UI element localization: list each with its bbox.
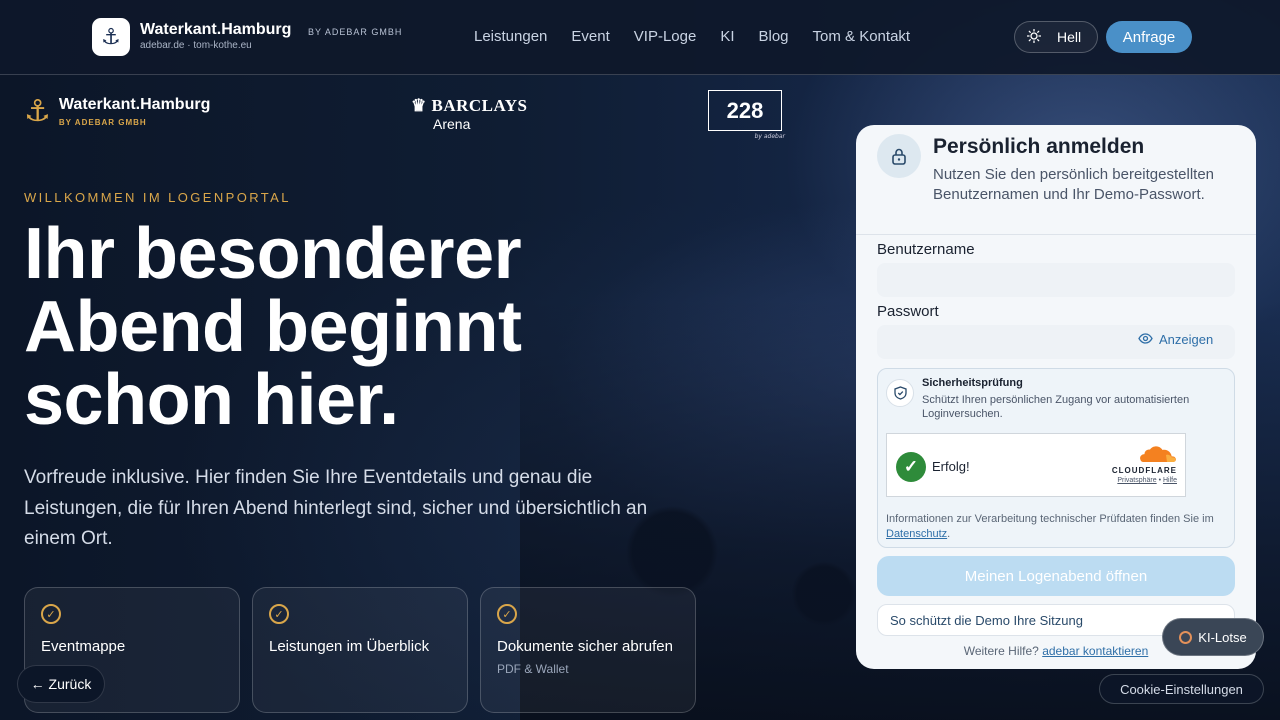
brand-name[interactable]: Waterkant.Hamburg [140, 21, 291, 39]
brand-by: BY ADEBAR GMBH [308, 27, 403, 37]
turnstile-widget[interactable]: ✓ Erfolg! CLOUDFLARE Privatsphäre • Hilf… [886, 433, 1186, 497]
nav-item-event[interactable]: Event [571, 28, 609, 45]
success-check-icon: ✓ [896, 452, 926, 482]
ki-lotse-button[interactable]: KI-Lotse [1162, 618, 1264, 656]
captcha-status: Erfolg! [932, 459, 970, 474]
ki-lotse-label: KI-Lotse [1198, 629, 1247, 645]
barclays-arena-logo: ♛ BARCLAYS Arena [411, 96, 527, 132]
check-circle-icon: ✓ [497, 604, 517, 624]
username-input[interactable] [877, 263, 1235, 297]
privacy-note-end: . [947, 528, 951, 540]
cloudflare-privacy-link[interactable]: Privatsphäre [1117, 477, 1156, 484]
hero-description: Vorfreude inklusive. Hier finden Sie Ihr… [24, 467, 648, 549]
login-card-header: Persönlich anmelden Nutzen Sie den persö… [856, 125, 1256, 235]
privacy-note-text: Informationen zur Verarbeitung technisch… [886, 513, 1214, 525]
nav-item-vip-loge[interactable]: VIP-Loge [634, 28, 697, 45]
login-title: Persönlich anmelden [933, 135, 1145, 158]
lifebuoy-icon [1179, 630, 1193, 644]
eagle-icon: ♛ [411, 96, 432, 115]
show-password-label: Anzeigen [1159, 332, 1214, 347]
security-check-box: Sicherheitsprüfung Schützt Ihren persönl… [877, 368, 1235, 548]
feature-subtitle: PDF & Wallet [497, 662, 569, 676]
help-text: Weitere Hilfe? [963, 644, 1043, 658]
nav-item-ki[interactable]: KI [720, 28, 734, 45]
lock-icon [877, 134, 921, 178]
submit-login-button[interactable]: Meinen Logenabend öffnen [877, 556, 1235, 596]
datenschutz-link[interactable]: Datenschutz [886, 528, 947, 540]
theme-toggle-button[interactable]: Hell [1014, 21, 1098, 53]
hero-title-line: Ihr besonderer [24, 214, 522, 294]
check-circle-icon: ✓ [269, 604, 289, 624]
anchor-icon: ⚓ [24, 93, 51, 129]
contact-link[interactable]: adebar kontaktieren [1042, 644, 1148, 658]
main-nav: Leistungen Event VIP-Loge KI Blog Tom & … [474, 28, 910, 45]
barclays-arena-label: Arena [433, 116, 471, 132]
cloudflare-brand: CLOUDFLARE [1111, 466, 1177, 475]
check-circle-icon: ✓ [41, 604, 61, 624]
feature-card-dokumente: ✓ Dokumente sicher abrufen PDF & Wallet [480, 587, 696, 713]
login-description: Nutzen Sie den persönlich bereitgestellt… [933, 166, 1215, 203]
password-label: Passwort [877, 303, 939, 320]
loge-228-logo: 228 by adebar [708, 90, 785, 140]
feature-title: Dokumente sicher abrufen [497, 638, 673, 655]
hero-title-line: schon hier. [24, 360, 399, 440]
anchor-logo-icon[interactable]: ⚓ [92, 18, 130, 56]
hero-title: Ihr besonderer Abend beginnt schon hier. [24, 218, 644, 437]
hero-title-line: Abend beginnt [24, 287, 522, 367]
cloudflare-help-link[interactable]: Hilfe [1163, 477, 1177, 484]
loge-tag: by adebar [754, 133, 785, 140]
partner-waterkant-by: BY ADEBAR GMBH [58, 118, 147, 127]
shield-icon [886, 379, 914, 407]
feature-title: Eventmappe [41, 638, 126, 655]
cookie-settings-button[interactable]: Cookie-Einstellungen [1099, 674, 1264, 704]
show-password-button[interactable]: Anzeigen [1138, 332, 1213, 347]
nav-item-blog[interactable]: Blog [759, 28, 789, 45]
security-description: Schützt Ihren persönlichen Zugang vor au… [922, 394, 1190, 420]
nav-item-leistungen[interactable]: Leistungen [474, 28, 547, 45]
top-navigation-bar: ⚓ Waterkant.Hamburg BY ADEBAR GMBH adeba… [0, 0, 1280, 75]
nav-item-kontakt[interactable]: Tom & Kontakt [813, 28, 911, 45]
partner-waterkant-name: Waterkant.Hamburg [58, 96, 211, 113]
privacy-note: Informationen zur Verarbeitung technisch… [886, 512, 1226, 542]
sun-icon [1026, 28, 1042, 46]
back-button[interactable]: ← Zurück [17, 665, 105, 703]
theme-label: Hell [1057, 29, 1082, 45]
cloudflare-logo: CLOUDFLARE Privatsphäre • Hilfe [1112, 444, 1177, 484]
brand-links[interactable]: adebar.de · tom-kothe.eu [140, 40, 252, 51]
waterkant-partner-logo: ⚓ Waterkant.Hamburg BY ADEBAR GMBH [24, 96, 210, 127]
feature-card-leistungen: ✓ Leistungen im Überblick [252, 587, 468, 713]
feature-title: Leistungen im Überblick [269, 638, 430, 655]
username-label: Benutzername [877, 241, 975, 258]
loge-number: 228 [726, 97, 764, 123]
eye-icon [1138, 332, 1153, 347]
cloudflare-links: Privatsphäre • Hilfe [1112, 477, 1177, 484]
barclays-name: BARCLAYS [431, 96, 528, 115]
login-card: Persönlich anmelden Nutzen Sie den persö… [856, 125, 1256, 669]
hero-eyebrow: WILLKOMMEN IM LOGENPORTAL [24, 190, 291, 205]
cloud-icon [1137, 444, 1177, 464]
security-title: Sicherheitsprüfung [922, 377, 1023, 389]
anfrage-button[interactable]: Anfrage [1106, 21, 1192, 53]
